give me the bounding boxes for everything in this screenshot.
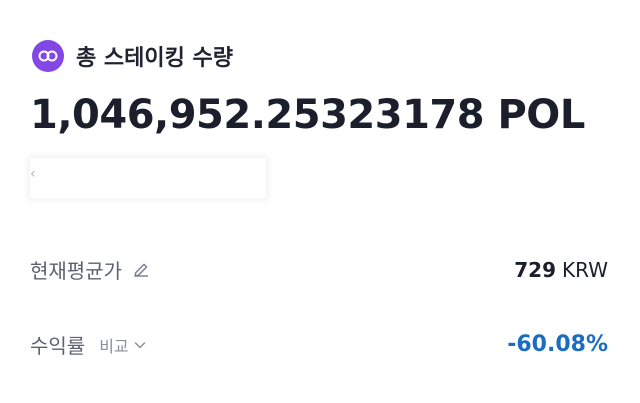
redacted-mark: ‹ [30, 166, 36, 182]
average-price-unit: KRW [562, 257, 608, 282]
staking-amount: 1,046,952.25323178 POL [30, 92, 585, 138]
polygon-token-icon [32, 40, 64, 72]
total-staking-title: 총 스테이킹 수량 [76, 46, 233, 71]
average-price-label: 현재평균가 [30, 259, 122, 283]
redacted-area [30, 158, 266, 198]
compare-dropdown[interactable]: 비교 [99, 333, 146, 357]
average-price-display: 729 KRW [514, 258, 608, 282]
pencil-icon[interactable] [130, 259, 152, 281]
return-rate-value: -60.08% [507, 332, 608, 357]
compare-label: 비교 [99, 336, 129, 356]
chevron-down-icon [134, 341, 145, 348]
average-price-value: 729 [514, 257, 557, 282]
average-price-row: 현재평균가 729 KRW [30, 255, 608, 284]
return-rate-row: 수익률 비교 -60.08% [30, 330, 608, 359]
staking-header: 총 스테이킹 수량 [32, 40, 233, 72]
return-rate-label: 수익률 [30, 334, 86, 358]
